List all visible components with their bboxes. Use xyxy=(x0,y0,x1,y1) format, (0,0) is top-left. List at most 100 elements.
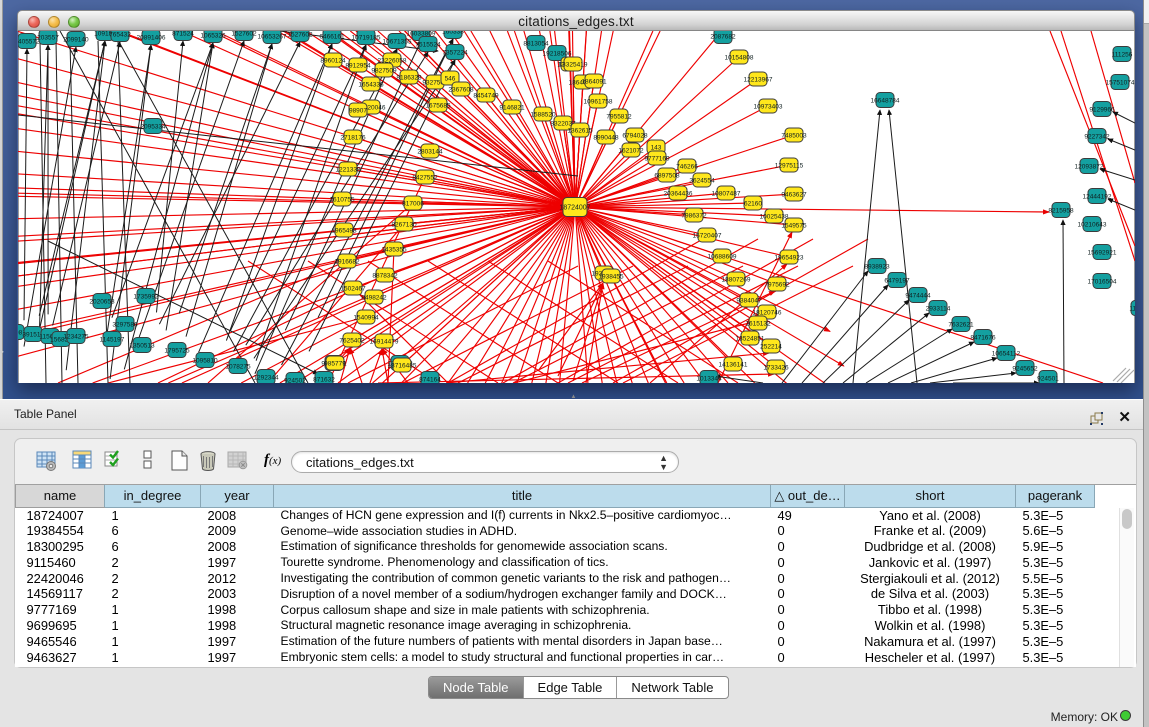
svg-text:1435355: 1435355 xyxy=(381,247,407,254)
svg-text:8454749: 8454749 xyxy=(473,93,499,100)
svg-text:8990448: 8990448 xyxy=(593,135,619,142)
svg-text:1221338: 1221338 xyxy=(335,167,361,174)
svg-text:9227342: 9227342 xyxy=(1084,134,1110,141)
svg-text:7632621: 7632621 xyxy=(948,322,974,329)
svg-text:7986372: 7986372 xyxy=(681,213,707,220)
svg-text:1735992: 1735992 xyxy=(133,294,159,301)
svg-text:15692921: 15692921 xyxy=(1088,250,1117,257)
svg-text:8215958: 8215958 xyxy=(1048,208,1074,215)
svg-text:9827509: 9827509 xyxy=(371,68,397,75)
svg-text:924501: 924501 xyxy=(1037,376,1059,383)
svg-text:2933114: 2933114 xyxy=(926,306,951,313)
svg-text:17016504: 17016504 xyxy=(1088,279,1117,286)
svg-text:2367608: 2367608 xyxy=(448,87,474,94)
svg-text:2020653: 2020653 xyxy=(89,299,115,306)
svg-text:985779: 985779 xyxy=(324,361,346,368)
svg-text:7625402: 7625402 xyxy=(339,338,365,345)
svg-text:8471676: 8471676 xyxy=(970,335,996,342)
svg-text:10025438: 10025438 xyxy=(760,214,789,221)
svg-text:817006: 817006 xyxy=(402,201,424,208)
svg-text:8813054: 8813054 xyxy=(523,41,549,48)
svg-text:10210643: 10210643 xyxy=(1078,222,1107,229)
svg-text:1733426: 1733426 xyxy=(763,365,789,372)
svg-text:2099140: 2099140 xyxy=(63,37,89,44)
svg-text:8960124: 8960124 xyxy=(320,58,346,65)
svg-text:7515524: 7515524 xyxy=(415,42,441,49)
svg-text:62160: 62160 xyxy=(744,201,762,208)
svg-text:871524: 871524 xyxy=(172,31,194,38)
svg-text:10653267: 10653267 xyxy=(258,34,287,41)
svg-text:1795725: 1795725 xyxy=(164,348,190,355)
svg-text:1588520: 1588520 xyxy=(530,112,556,119)
svg-text:9384047: 9384047 xyxy=(736,298,762,305)
svg-text:18807269: 18807269 xyxy=(722,277,751,284)
svg-text:1362615: 1362615 xyxy=(567,128,593,135)
svg-text:13716485: 13716485 xyxy=(388,363,417,370)
svg-text:1615132: 1615132 xyxy=(745,321,771,328)
svg-text:10671355: 10671355 xyxy=(383,39,412,46)
svg-text:12093872: 12093872 xyxy=(1075,164,1104,171)
svg-text:16648784: 16648784 xyxy=(871,98,900,105)
svg-text:19218506: 19218506 xyxy=(543,51,572,58)
svg-text:252214: 252214 xyxy=(760,344,782,351)
svg-text:1095810: 1095810 xyxy=(192,358,218,365)
svg-text:1540994: 1540994 xyxy=(353,315,379,322)
svg-text:1675685: 1675685 xyxy=(425,103,451,110)
svg-text:20891406: 20891406 xyxy=(137,35,166,42)
svg-text:16914479: 16914479 xyxy=(370,339,399,346)
svg-text:7485003: 7485003 xyxy=(781,133,807,140)
svg-text:7357224: 7357224 xyxy=(442,50,468,57)
svg-text:12975115: 12975115 xyxy=(775,163,804,170)
svg-text:1292344: 1292344 xyxy=(253,375,279,382)
svg-text:203557: 203557 xyxy=(37,35,59,42)
svg-text:2803144: 2803144 xyxy=(417,149,443,156)
svg-text:1078275: 1078275 xyxy=(225,364,251,371)
svg-text:13524851: 13524851 xyxy=(736,336,765,343)
svg-text:1938455: 1938455 xyxy=(598,274,624,281)
svg-text:8878342: 8878342 xyxy=(372,273,398,280)
svg-text:15720407: 15720407 xyxy=(693,233,722,240)
svg-text:12213967: 12213967 xyxy=(744,77,773,84)
svg-text:2718176: 2718176 xyxy=(340,135,366,142)
svg-text:6897508: 6897508 xyxy=(654,173,680,180)
svg-text:9777169: 9777169 xyxy=(644,156,670,163)
svg-text:874164: 874164 xyxy=(419,377,441,384)
svg-text:1916682: 1916682 xyxy=(334,259,360,266)
svg-text:10961758: 10961758 xyxy=(584,99,613,106)
svg-text:6479197: 6479197 xyxy=(884,278,910,285)
svg-text:546: 546 xyxy=(445,76,456,83)
svg-text:143: 143 xyxy=(651,145,662,152)
svg-text:1013344: 1013344 xyxy=(696,376,722,383)
svg-text:13325419: 13325419 xyxy=(559,62,588,69)
svg-text:871632: 871632 xyxy=(313,377,335,384)
svg-text:18120746: 18120746 xyxy=(753,310,782,317)
svg-text:12444192: 12444192 xyxy=(1083,194,1112,201)
svg-text:10807487: 10807487 xyxy=(712,191,741,198)
svg-text:8938923: 8938923 xyxy=(864,264,890,271)
svg-text:6466161: 6466161 xyxy=(319,34,345,41)
svg-text:9245652: 9245652 xyxy=(1012,366,1038,373)
svg-text:7955812: 7955812 xyxy=(606,114,632,121)
svg-text:1065326: 1065326 xyxy=(200,33,226,40)
svg-text:746266: 746266 xyxy=(676,164,698,171)
svg-text:1350513: 1350513 xyxy=(129,343,155,350)
svg-text:1965498: 1965498 xyxy=(331,228,357,235)
svg-text:10654112: 10654112 xyxy=(992,351,1021,358)
svg-text:924502: 924502 xyxy=(284,378,306,384)
svg-text:1864091: 1864091 xyxy=(581,79,607,86)
svg-text:1527602: 1527602 xyxy=(231,31,257,38)
svg-text:1234275: 1234275 xyxy=(63,334,89,341)
svg-text:3624554: 3624554 xyxy=(689,178,715,185)
svg-text:1654336: 1654336 xyxy=(358,82,384,89)
svg-text:98907: 98907 xyxy=(349,108,367,115)
svg-text:2095334: 2095334 xyxy=(140,124,166,131)
svg-text:160338: 160338 xyxy=(442,31,464,36)
svg-text:1527602: 1527602 xyxy=(287,32,313,39)
svg-text:18724007: 18724007 xyxy=(559,205,590,212)
svg-text:9463627: 9463627 xyxy=(781,192,807,199)
svg-text:10973403: 10973403 xyxy=(754,104,783,111)
svg-text:8267130: 8267130 xyxy=(391,222,417,229)
svg-text:15751074: 15751074 xyxy=(1106,80,1135,87)
svg-text:3297586: 3297586 xyxy=(112,322,138,329)
svg-text:10154808: 10154808 xyxy=(725,55,754,62)
